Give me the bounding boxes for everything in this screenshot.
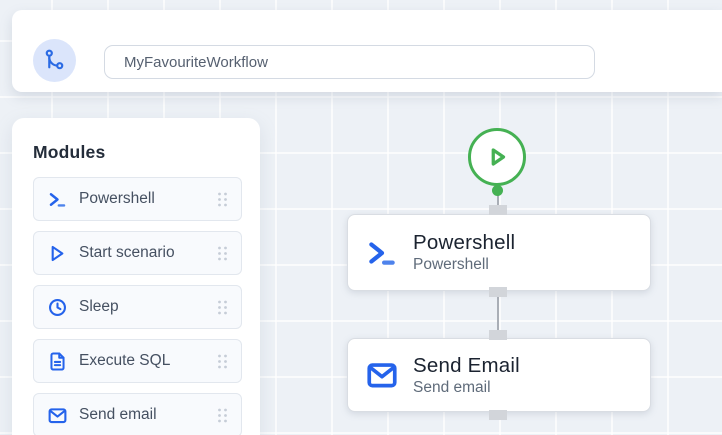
clock-icon	[47, 297, 68, 318]
module-item-sleep[interactable]: Sleep	[33, 285, 242, 329]
node-title: Send Email	[413, 354, 520, 378]
workflow-name-input[interactable]	[104, 45, 595, 79]
sendemail-node-input-port[interactable]	[489, 330, 507, 340]
modules-panel: Modules Powershell	[12, 118, 260, 435]
module-item-send-email[interactable]: Send email	[33, 393, 242, 435]
module-label: Start scenario	[79, 244, 175, 262]
module-list: Powershell Start scenario	[33, 177, 241, 435]
node-subtitle: Send email	[413, 379, 520, 397]
sendemail-node-output-port[interactable]	[489, 410, 507, 420]
terminal-icon	[365, 236, 399, 270]
drag-handle-icon[interactable]	[216, 407, 229, 424]
mail-icon	[365, 358, 399, 392]
canvas-node-powershell[interactable]: Powershell Powershell	[347, 214, 651, 291]
play-icon	[47, 243, 68, 264]
header-bar	[12, 10, 722, 92]
module-item-powershell[interactable]: Powershell	[33, 177, 242, 221]
drag-handle-icon[interactable]	[216, 299, 229, 316]
start-node[interactable]	[468, 128, 526, 186]
workflow-editor: { "header": { "workflow_icon": "git-bran…	[0, 0, 722, 435]
edge-powershell-to-sendemail	[497, 297, 499, 333]
module-label: Execute SQL	[79, 352, 170, 370]
module-label: Send email	[79, 406, 157, 424]
powershell-node-input-port[interactable]	[489, 205, 507, 215]
play-icon	[482, 142, 512, 172]
start-node-output-port[interactable]	[492, 185, 503, 196]
modules-panel-title: Modules	[33, 142, 241, 163]
terminal-icon	[47, 189, 68, 210]
powershell-node-output-port[interactable]	[489, 287, 507, 297]
module-item-execute-sql[interactable]: Execute SQL	[33, 339, 242, 383]
drag-handle-icon[interactable]	[216, 245, 229, 262]
module-item-start-scenario[interactable]: Start scenario	[33, 231, 242, 275]
file-text-icon	[47, 351, 68, 372]
module-label: Powershell	[79, 190, 155, 208]
mail-icon	[47, 405, 68, 426]
node-title: Powershell	[413, 231, 515, 255]
drag-handle-icon[interactable]	[216, 191, 229, 208]
module-label: Sleep	[79, 298, 119, 316]
node-subtitle: Powershell	[413, 256, 515, 274]
canvas-node-sendemail[interactable]: Send Email Send email	[347, 338, 651, 412]
drag-handle-icon[interactable]	[216, 353, 229, 370]
workflow-avatar	[33, 39, 76, 82]
git-branch-icon	[42, 48, 67, 73]
